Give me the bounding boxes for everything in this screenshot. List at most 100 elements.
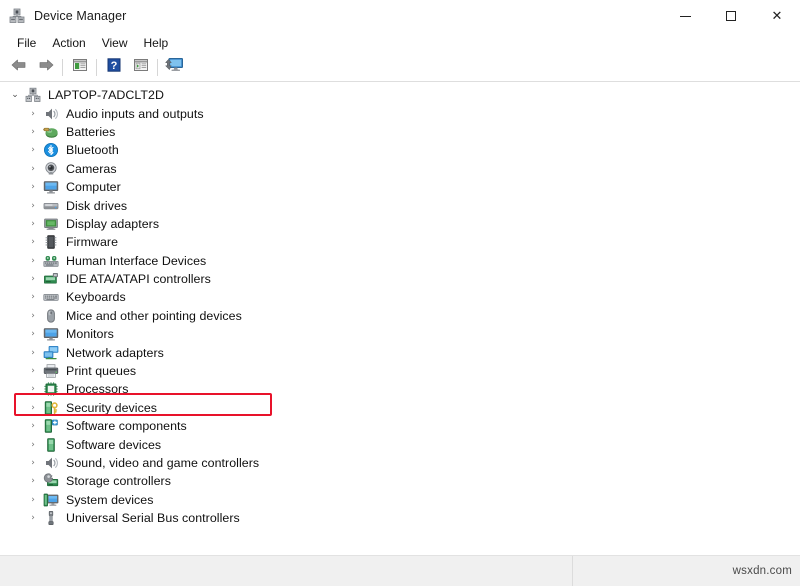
tree-item-network-adapters[interactable]: › Network adapters <box>0 343 800 361</box>
minimize-button[interactable] <box>662 0 708 32</box>
storage-controller-icon <box>43 473 59 489</box>
tree-item-label: Keyboards <box>66 290 126 305</box>
chevron-right-icon[interactable]: › <box>26 162 40 176</box>
chevron-right-icon[interactable]: › <box>26 382 40 396</box>
tree-item-software-devices[interactable]: › Software devices <box>0 435 800 453</box>
tree-item-label: Human Interface Devices <box>66 253 207 268</box>
tree-item-processors[interactable]: › Processors <box>0 380 800 398</box>
menu-view[interactable]: View <box>94 34 136 52</box>
toolbar-separator <box>96 58 97 76</box>
tree-item-label: Software components <box>66 419 187 434</box>
chevron-right-icon[interactable]: › <box>26 180 40 194</box>
chevron-right-icon[interactable]: › <box>26 456 40 470</box>
chevron-right-icon[interactable]: › <box>26 419 40 433</box>
chevron-right-icon[interactable]: › <box>26 327 40 341</box>
tree-item-keyboards[interactable]: › Keyboards <box>0 288 800 306</box>
help-button[interactable]: ? <box>100 55 127 79</box>
tree-item-security-devices[interactable]: › Security devices <box>0 399 800 417</box>
chevron-right-icon[interactable]: › <box>26 309 40 323</box>
bluetooth-icon <box>43 142 59 158</box>
tree-item-label: Network adapters <box>66 345 164 360</box>
chevron-right-icon[interactable]: › <box>26 254 40 268</box>
tree-item-label: Computer <box>66 180 121 195</box>
watermark-text: wsxdn.com <box>732 565 792 577</box>
tree-item-firmware[interactable]: › Firmware <box>0 233 800 251</box>
chevron-right-icon[interactable]: › <box>26 143 40 157</box>
display-adapter-icon <box>43 216 59 232</box>
maximize-button[interactable] <box>708 0 754 32</box>
device-tree-panel[interactable]: ⌄ LAPTOP-7ADCLT2D › Audio inputs and out… <box>0 81 800 556</box>
toolbar-separator <box>62 58 63 76</box>
tree-item-mice-and-other-pointing-devices[interactable]: › Mice and other pointing devices <box>0 307 800 325</box>
tree-item-software-components[interactable]: › Software components <box>0 417 800 435</box>
tree-item-label: Disk drives <box>66 198 128 213</box>
usb-icon <box>43 510 59 526</box>
mouse-icon <box>43 308 59 324</box>
chevron-right-icon[interactable]: › <box>26 290 40 304</box>
tree-item-label: Bluetooth <box>66 143 119 158</box>
toolbar-separator <box>157 58 158 76</box>
chevron-right-icon[interactable]: › <box>26 364 40 378</box>
tree-item-sound-video-and-game-controllers[interactable]: › Sound, video and game controllers <box>0 454 800 472</box>
software-component-icon <box>43 418 59 434</box>
scan-hardware-changes-button[interactable] <box>161 55 188 79</box>
tree-item-disk-drives[interactable]: › Disk drives <box>0 196 800 214</box>
keyboard-icon <box>43 289 59 305</box>
tree-item-bluetooth[interactable]: › Bluetooth <box>0 141 800 159</box>
battery-icon <box>43 124 59 140</box>
svg-text:?: ? <box>110 60 117 72</box>
chevron-right-icon[interactable]: › <box>26 511 40 525</box>
window-title: Device Manager <box>34 9 127 23</box>
tree-item-label: Batteries <box>66 124 116 139</box>
menu-file[interactable]: File <box>9 34 44 52</box>
title-bar: Device Manager ✕ <box>0 0 800 32</box>
chevron-right-icon[interactable]: › <box>26 346 40 360</box>
tree-item-label: Audio inputs and outputs <box>66 106 204 121</box>
chevron-right-icon[interactable]: › <box>26 217 40 231</box>
chevron-right-icon[interactable]: › <box>26 235 40 249</box>
tree-item-storage-controllers[interactable]: › Storage controllers <box>0 472 800 490</box>
chevron-right-icon[interactable]: › <box>26 401 40 415</box>
tree-item-label: Mice and other pointing devices <box>66 308 242 323</box>
tree-item-human-interface-devices[interactable]: › Human Interface Devices <box>0 252 800 270</box>
tree-item-cameras[interactable]: › Cameras <box>0 160 800 178</box>
menu-action[interactable]: Action <box>44 34 93 52</box>
tree-item-label: Processors <box>66 382 129 397</box>
tree-item-display-adapters[interactable]: › Display adapters <box>0 215 800 233</box>
chevron-right-icon[interactable]: › <box>26 125 40 139</box>
chevron-right-icon[interactable]: › <box>26 107 40 121</box>
tree-item-print-queues[interactable]: › Print queues <box>0 362 800 380</box>
chevron-down-icon[interactable]: ⌄ <box>8 88 22 102</box>
forward-arrow-icon <box>37 57 55 78</box>
tree-item-batteries[interactable]: › Batteries <box>0 123 800 141</box>
tree-item-computer[interactable]: › Computer <box>0 178 800 196</box>
disk-drive-icon <box>43 198 59 214</box>
chevron-right-icon[interactable]: › <box>26 199 40 213</box>
back-button[interactable] <box>5 55 32 79</box>
tree-item-system-devices[interactable]: › System devices <box>0 491 800 509</box>
tree-item-monitors[interactable]: › Monitors <box>0 325 800 343</box>
chevron-right-icon[interactable]: › <box>26 474 40 488</box>
security-device-icon <box>43 400 59 416</box>
tree-item-label: Display adapters <box>66 216 160 231</box>
properties-button[interactable] <box>127 55 154 79</box>
device-tree: ⌄ LAPTOP-7ADCLT2D › Audio inputs and out… <box>0 86 800 527</box>
close-button[interactable]: ✕ <box>754 0 800 32</box>
chevron-right-icon[interactable]: › <box>26 493 40 507</box>
printer-icon <box>43 363 59 379</box>
tree-item-root[interactable]: ⌄ LAPTOP-7ADCLT2D <box>0 86 800 104</box>
menu-bar: File Action View Help <box>0 32 800 54</box>
chevron-right-icon[interactable]: › <box>26 438 40 452</box>
forward-button[interactable] <box>32 55 59 79</box>
chevron-right-icon[interactable]: › <box>26 272 40 286</box>
tree-item-label: Sound, video and game controllers <box>66 456 260 470</box>
tree-item-ide-ata-atapi-controllers[interactable]: › IDE ATA/ATAPI controllers <box>0 270 800 288</box>
monitor-icon <box>43 179 59 195</box>
menu-help[interactable]: Help <box>136 34 177 52</box>
show-hide-console-tree-button[interactable] <box>66 55 93 79</box>
tree-item-label: IDE ATA/ATAPI controllers <box>66 272 211 287</box>
toolbar: ? <box>0 54 800 81</box>
tree-item-audio-inputs-and-outputs[interactable]: › Audio inputs and outputs <box>0 104 800 122</box>
tree-item-label: Security devices <box>66 400 158 415</box>
tree-item-universal-serial-bus-controllers[interactable]: › Universal Serial Bus controllers <box>0 509 800 527</box>
